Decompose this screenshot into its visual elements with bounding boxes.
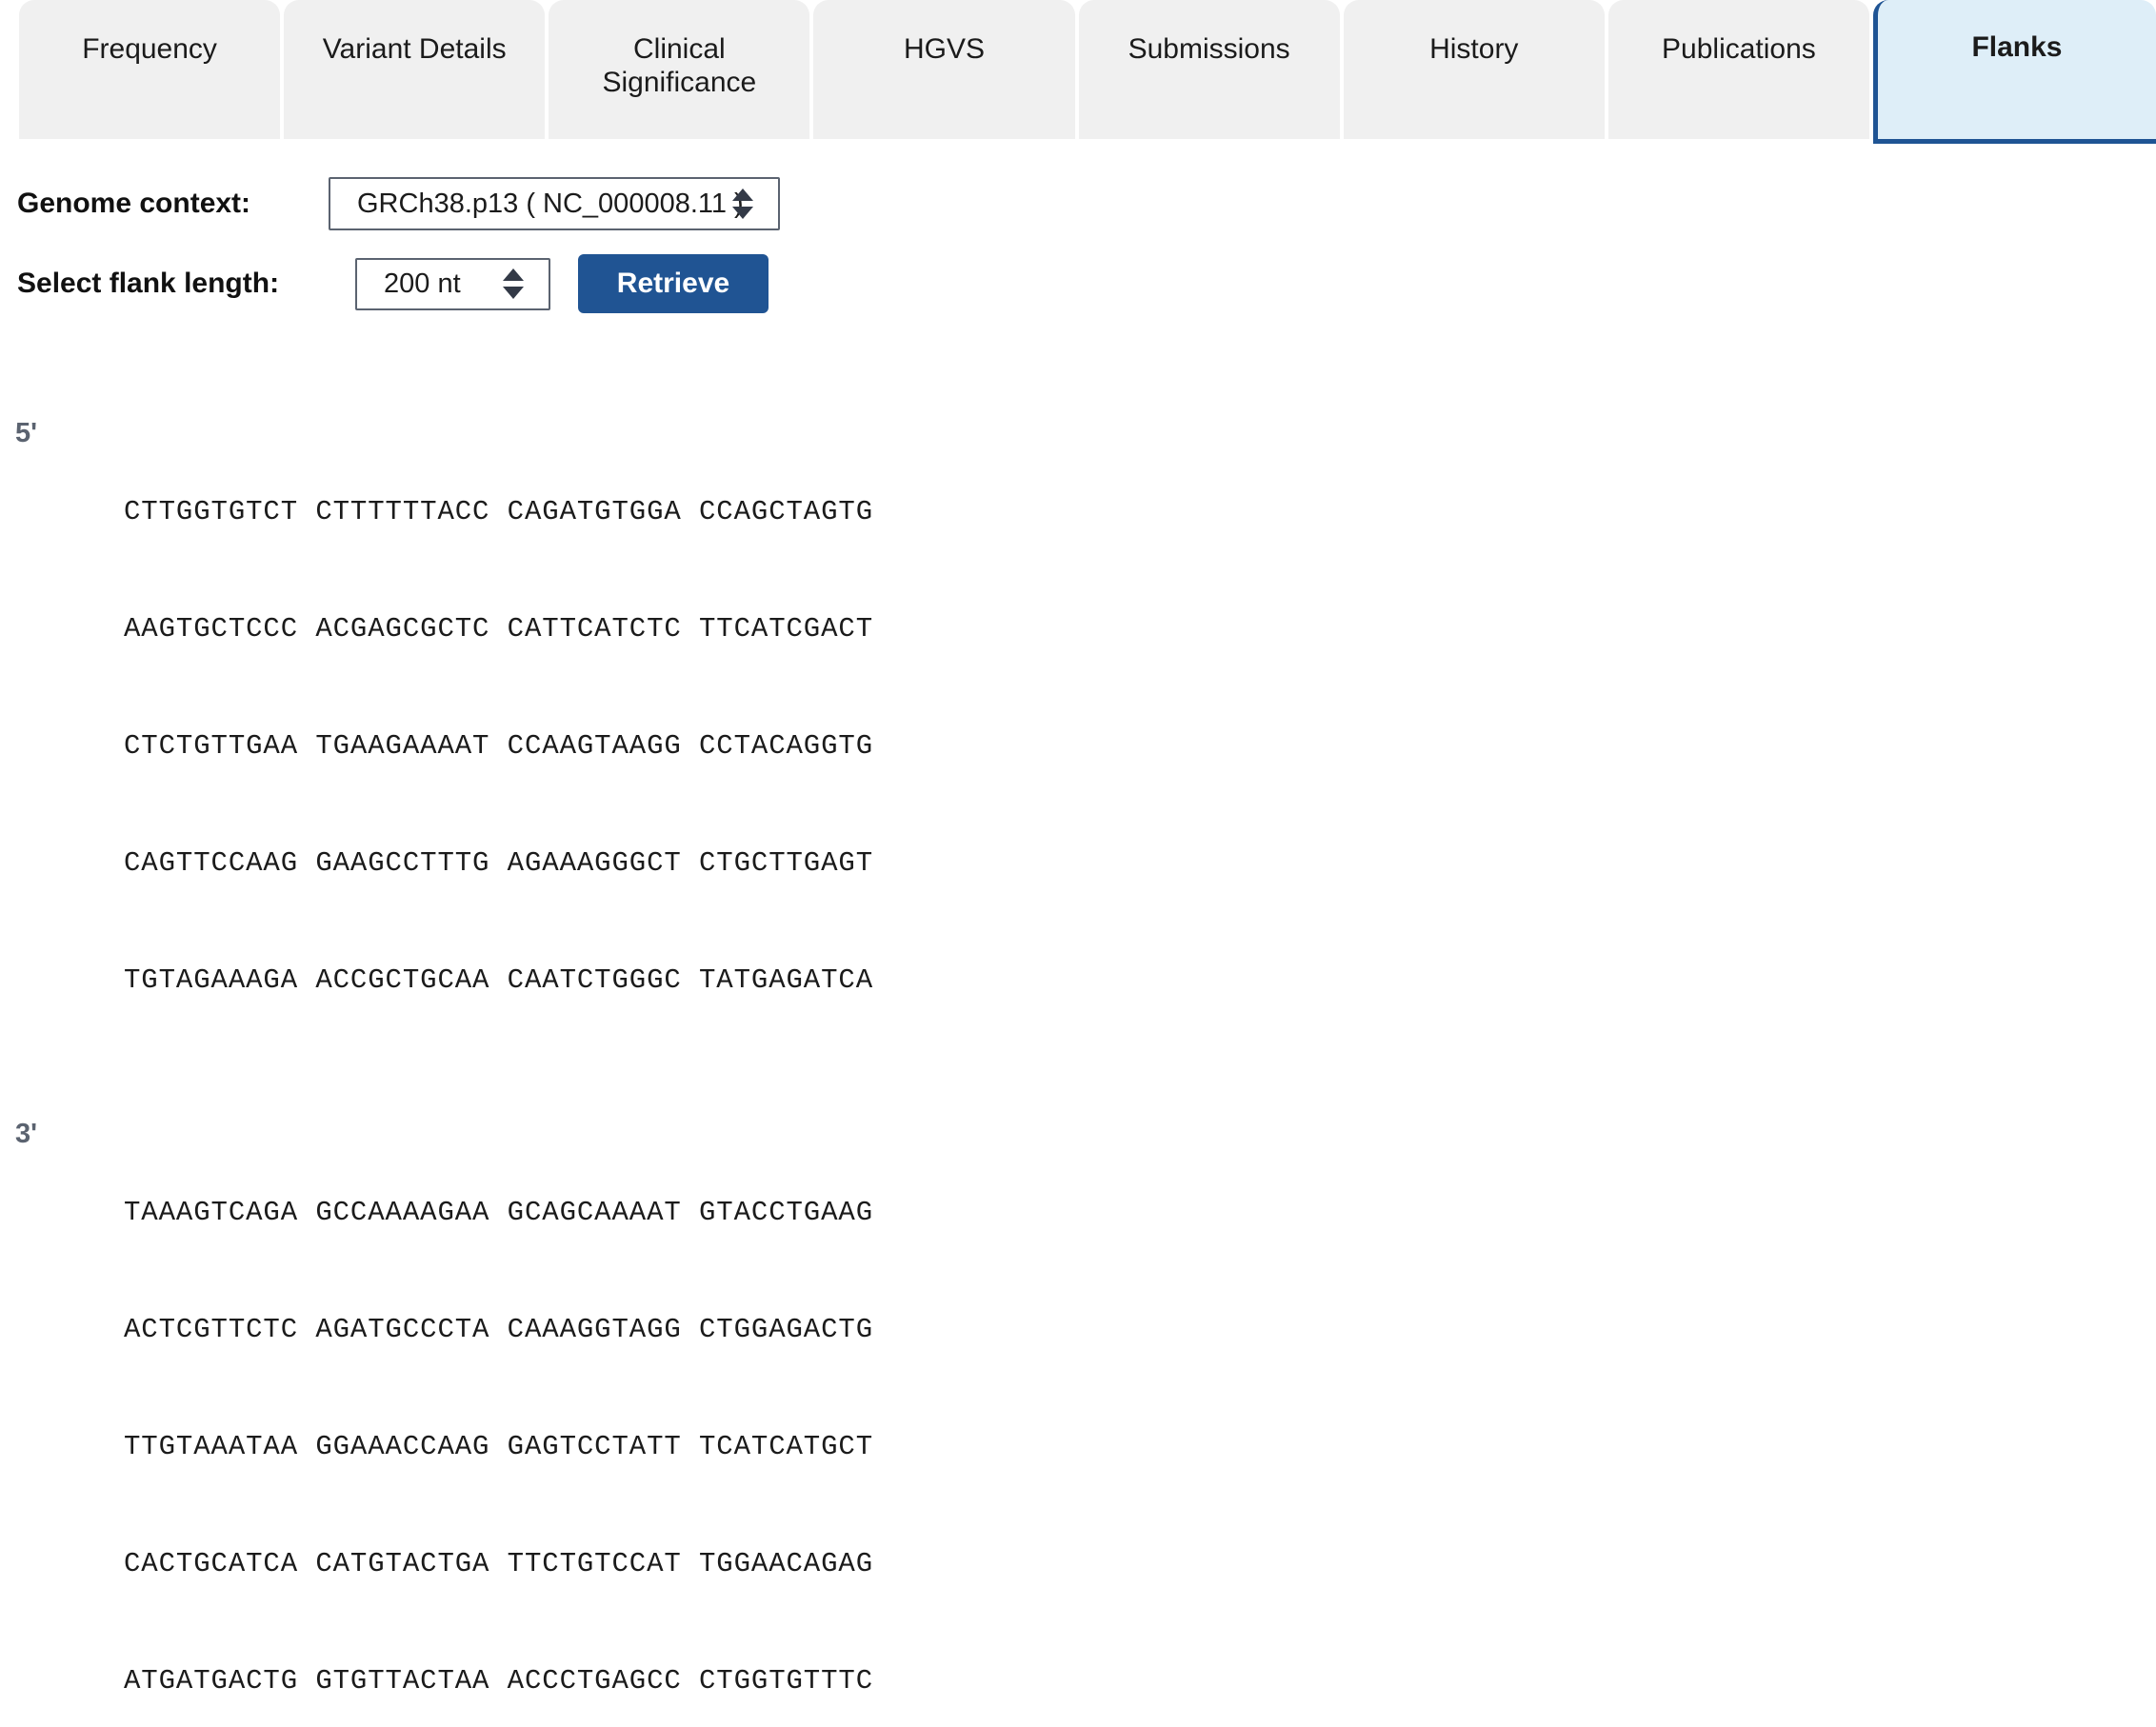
tab-frequency[interactable]: Frequency — [19, 0, 281, 139]
tab-clinical-significance[interactable]: Clinical Significance — [549, 0, 810, 139]
sequence-line: TAAAGTCAGA GCCAAAAGAA GCAGCAAAAT GTACCTG… — [124, 1197, 874, 1228]
tab-label: Flanks — [1971, 31, 2063, 63]
chevron-updown-icon — [503, 268, 524, 299]
sequence-line: ACTCGTTCTC AGATGCCCTA CAAAGGTAGG CTGGAGA… — [124, 1314, 874, 1345]
five-prime-label: 5' — [15, 418, 38, 448]
sequence-line: TGTAGAAAGA ACCGCTGCAA CAATCTGGGC TATGAGA… — [124, 964, 874, 996]
genome-context-select[interactable]: GRCh38.p13 ( NC_000008.11 ) — [329, 177, 780, 230]
genome-context-selected-value: GRCh38.p13 ( NC_000008.11 ) — [357, 188, 744, 219]
retrieve-button[interactable]: Retrieve — [578, 254, 769, 313]
tab-label: History — [1429, 33, 1519, 65]
tab-label: HGVS — [903, 33, 985, 65]
sequence-line: ATGATGACTG GTGTTACTAA ACCCTGAGCC CTGGTGT… — [124, 1665, 874, 1697]
sequence-line: TTGTAAATAA GGAAACCAAG GAGTCCTATT TCATCAT… — [124, 1431, 874, 1462]
flanks-controls: Genome context: GRCh38.p13 ( NC_000008.1… — [0, 152, 2156, 320]
flank-length-selected-value: 200 nt — [384, 268, 461, 299]
tab-flanks[interactable]: Flanks — [1872, 0, 2156, 144]
flank-length-row: Select flank length: 200 nt Retrieve — [0, 248, 2156, 320]
tab-label: Publications — [1662, 33, 1816, 65]
tab-publications[interactable]: Publications — [1607, 0, 1869, 139]
three-prime-label: 3' — [15, 1119, 38, 1149]
tab-submissions[interactable]: Submissions — [1078, 0, 1340, 139]
tab-label: Frequency — [82, 33, 217, 65]
tab-hgvs[interactable]: HGVS — [813, 0, 1075, 139]
flanking-sequence-output: 5' CTTGGTGTCT CTTTTTTACC CAGATGTGGA CCAG… — [0, 414, 2156, 1727]
tab-variant-details[interactable]: Variant Details — [284, 0, 546, 139]
five-prime-block: 5' CTTGGTGTCT CTTTTTTACC CAGATGTGGA CCAG… — [0, 414, 2156, 1078]
chevron-updown-icon — [732, 189, 753, 219]
genome-context-row: Genome context: GRCh38.p13 ( NC_000008.1… — [0, 168, 2156, 240]
three-prime-block: 3' TAAAGTCAGA GCCAAAAGAA GCAGCAAAAT GTAC… — [0, 1115, 2156, 1727]
tab-label: Clinical Significance — [602, 33, 757, 99]
genome-context-label: Genome context: — [17, 188, 251, 219]
five-prime-sequence: CTTGGTGTCT CTTTTTTACC CAGATGTGGA CCAGCTA… — [124, 414, 873, 1078]
flank-length-select[interactable]: 200 nt — [355, 257, 550, 310]
three-prime-sequence: TAAAGTCAGA GCCAAAAGAA GCAGCAAAAT GTACCTG… — [124, 1115, 873, 1727]
sequence-line: CACTGCATCA CATGTACTGA TTCTGTCCAT TGGAACA… — [124, 1548, 874, 1579]
sequence-line: CTCTGTTGAA TGAAGAAAAT CCAAGTAAGG CCTACAG… — [124, 730, 874, 762]
tab-history[interactable]: History — [1343, 0, 1605, 139]
tab-label: Variant Details — [322, 33, 507, 65]
flank-length-label: Select flank length: — [17, 268, 280, 299]
tab-label: Submissions — [1128, 33, 1290, 65]
variant-detail-tabs: Frequency Variant Details Clinical Signi… — [0, 0, 2156, 152]
sequence-line: AAGTGCTCCC ACGAGCGCTC CATTCATCTC TTCATCG… — [124, 613, 874, 645]
sequence-line: CTTGGTGTCT CTTTTTTACC CAGATGTGGA CCAGCTA… — [124, 496, 874, 527]
